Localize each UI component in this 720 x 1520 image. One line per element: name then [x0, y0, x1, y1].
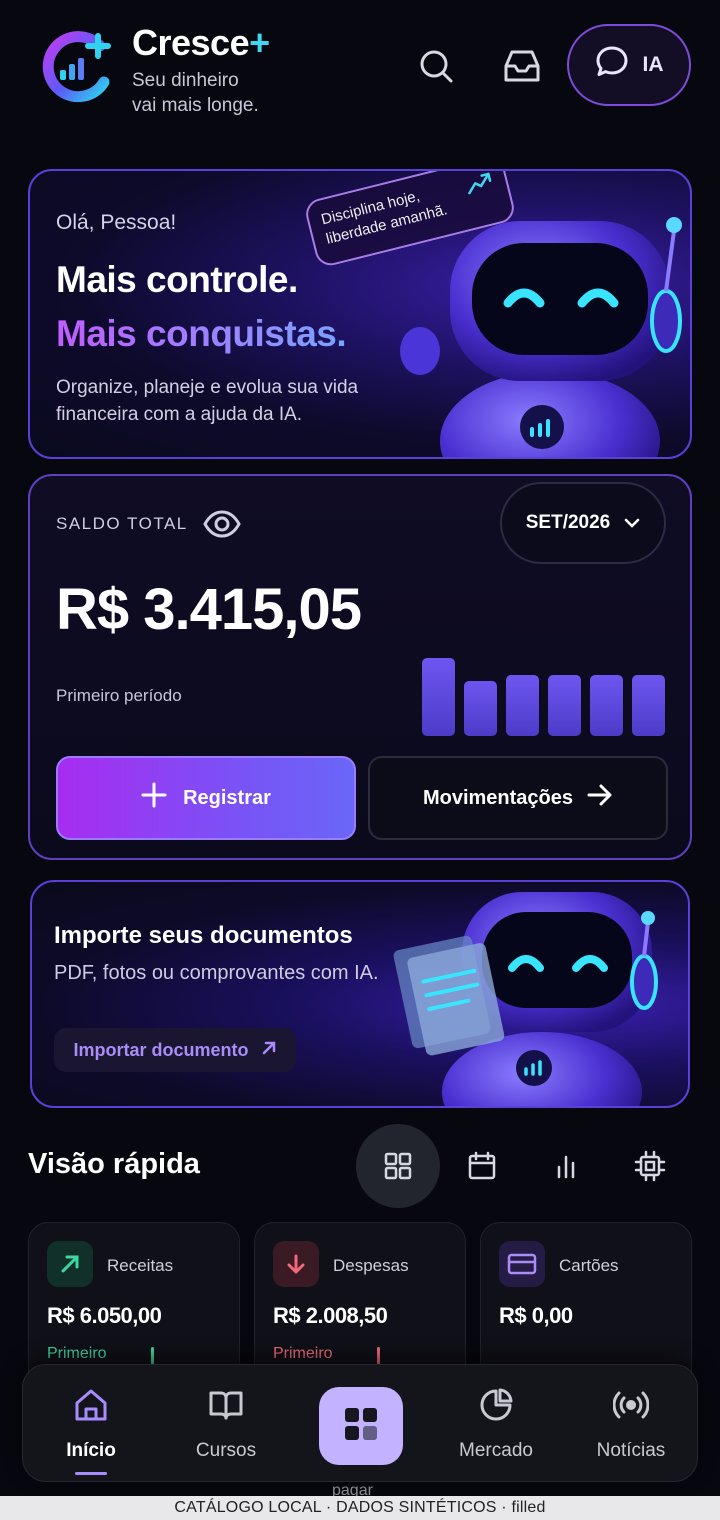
credit-card-icon: [499, 1241, 545, 1287]
hero-headline: Mais controle.: [56, 259, 298, 300]
plus-icon: [141, 782, 167, 814]
home-icon: [73, 1387, 109, 1428]
pie-chart-icon: [478, 1387, 514, 1428]
month-selector[interactable]: SET/2026: [500, 482, 666, 564]
month-label: SET/2026: [525, 512, 611, 533]
import-button-label: Importar documento: [73, 1039, 249, 1060]
inbox-icon[interactable]: [498, 42, 546, 90]
brand-name: Cresce+: [132, 22, 270, 63]
nav-label-noticias: Notícias: [596, 1440, 666, 1461]
mini-bar: [506, 675, 539, 736]
brand-tagline: Seu dinheiro vai mais longe.: [132, 70, 259, 116]
mini-bar: [464, 681, 497, 736]
register-label: Registrar: [183, 786, 271, 809]
income-indicator: [151, 1347, 154, 1365]
import-document-button[interactable]: Importar documento: [54, 1028, 296, 1072]
book-icon: [208, 1387, 244, 1428]
chevron-down-icon: [624, 512, 640, 534]
balance-mini-chart: [422, 656, 668, 736]
bottom-navigation: Início Cursos Mercado Notícias: [22, 1364, 698, 1482]
balance-value: R$ 3.415,05: [56, 577, 362, 642]
apps-icon: [342, 1405, 380, 1448]
mini-bar: [422, 658, 455, 736]
arrow-down-icon: [273, 1241, 319, 1287]
expense-indicator: [377, 1347, 380, 1365]
hero-description: Organize, planeje e evolua sua vida fina…: [56, 377, 359, 425]
footer-caption: CATÁLOGO LOCAL · DADOS SINTÉTICOS · fill…: [0, 1496, 720, 1520]
nav-label-cursos: Cursos: [195, 1440, 257, 1461]
hero-greeting: Olá, Pessoa!: [56, 211, 177, 234]
hero-headline-accent: Mais conquistas.: [56, 313, 347, 354]
income-label: Receitas: [107, 1256, 174, 1275]
import-title: Importe seus documentos: [54, 922, 353, 949]
movements-button[interactable]: Movimentações: [368, 756, 668, 840]
nav-item-cursos[interactable]: Cursos: [166, 1387, 286, 1462]
import-subtitle: PDF, fotos ou comprovantes com IA.: [54, 962, 379, 984]
income-sub: Primeiro: [47, 1345, 107, 1362]
nav-item-noticias[interactable]: Notícias: [571, 1387, 691, 1462]
hero-banner: Olá, Pessoa! Mais controle. Mais conquis…: [28, 169, 692, 459]
expense-sub: Primeiro: [273, 1345, 333, 1362]
nav-item-inicio[interactable]: Início: [31, 1387, 151, 1462]
expense-value: R$ 2.008,50: [273, 1303, 388, 1328]
cards-value: R$ 0,00: [499, 1303, 573, 1328]
active-tab-indicator: [75, 1472, 107, 1475]
arrow-up-right-icon: [47, 1241, 93, 1287]
grid-icon[interactable]: [374, 1142, 422, 1190]
balance-period: Primeiro período: [56, 686, 182, 705]
nav-label-inicio: Início: [66, 1440, 116, 1461]
arrow-up-right-icon: [261, 1040, 277, 1061]
bar-chart-icon[interactable]: [542, 1142, 590, 1190]
nav-item-mercado[interactable]: Mercado: [436, 1387, 556, 1462]
mini-bar: [632, 675, 665, 736]
robot-documents-illustration: [362, 882, 688, 1106]
app-logo: [38, 24, 118, 104]
nav-apps-button[interactable]: [319, 1387, 403, 1465]
ia-label: IA: [642, 53, 664, 76]
chat-icon: [595, 45, 629, 85]
movements-label: Movimentações: [422, 786, 574, 809]
quick-view-title: Visão rápida: [28, 1148, 200, 1180]
import-documents-card: Importe seus documentos PDF, fotos ou co…: [30, 880, 690, 1108]
arrow-right-icon: [587, 784, 613, 812]
eye-icon[interactable]: [202, 504, 242, 549]
balance-label: SALDO TOTAL: [56, 514, 188, 533]
register-button[interactable]: Registrar: [56, 756, 356, 840]
balance-card: SALDO TOTAL SET/2026 R$ 3.415,05 Primeir…: [28, 474, 692, 860]
mini-bar: [548, 675, 581, 736]
expense-label: Despesas: [333, 1256, 409, 1275]
cards-label: Cartões: [559, 1256, 619, 1275]
broadcast-icon: [612, 1387, 650, 1428]
ia-assistant-button[interactable]: IA: [567, 24, 691, 106]
search-icon[interactable]: [412, 42, 460, 90]
chip-icon[interactable]: [626, 1142, 674, 1190]
calendar-icon[interactable]: [458, 1142, 506, 1190]
income-value: R$ 6.050,00: [47, 1303, 162, 1328]
nav-label-mercado: Mercado: [459, 1440, 533, 1461]
mini-bar: [590, 675, 623, 736]
